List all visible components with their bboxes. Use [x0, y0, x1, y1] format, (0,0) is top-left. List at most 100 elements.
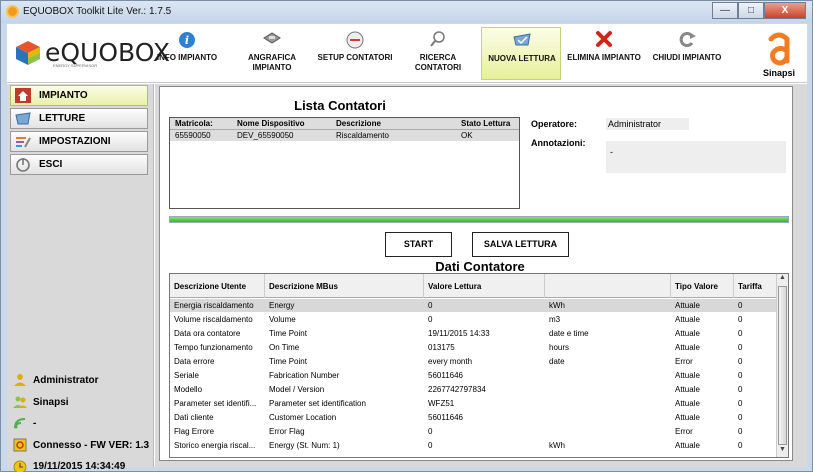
user-icon — [14, 374, 26, 386]
table-cell: Flag Errore — [174, 427, 215, 436]
table-cell: 0 — [738, 343, 743, 352]
status-datetime: 19/11/2015 14:34:49 — [10, 459, 152, 472]
table-row[interactable]: 65590050 DEV_65590050 Riscaldamento OK — [170, 130, 519, 141]
table-cell: Attuale — [675, 301, 700, 310]
reading-progress-bar — [169, 216, 789, 223]
table-cell: Dati cliente — [174, 413, 214, 422]
angrafica-impianto-button[interactable]: ANGRAFICA IMPIANTO — [232, 27, 312, 80]
table-row[interactable]: Tempo funzionamento On Time 013175 hours Att… — [170, 341, 777, 354]
elimina-impianto-button[interactable]: ELIMINA IMPIANTO — [564, 27, 644, 80]
sinapsi-logo: Sinapsi — [754, 28, 804, 80]
save-reading-button[interactable]: SALVA LETTURA — [472, 232, 569, 257]
table-row[interactable]: Data errore Time Point every month date Erro… — [170, 355, 777, 368]
sidebar-item-impostazioni[interactable]: IMPOSTAZIONI — [10, 131, 148, 152]
status-connection: Connesso - FW VER: 1.3 — [10, 437, 152, 455]
start-button[interactable]: START — [385, 232, 452, 257]
elimina-impianto-label: ELIMINA IMPIANTO — [567, 53, 641, 62]
table-cell: date e time — [549, 329, 589, 338]
table-cell: Tempo funzionamento — [174, 343, 253, 352]
table-cell: 0 — [738, 329, 743, 338]
sidebar: IMPIANTO LETTURE IMPOSTAZIONI ESCI Admin… — [7, 84, 154, 472]
chiudi-impianto-label: CHIUDI IMPIANTO — [652, 53, 722, 62]
table-row[interactable]: Volume riscaldamento Volume 0 m3 Attuale 0 — [170, 313, 777, 326]
app-window: EQUOBOX Toolkit Lite Ver.: 1.7.5 — □ X e… — [0, 0, 813, 472]
table-cell: Data errore — [174, 357, 215, 366]
sidebar-item-impianto[interactable]: IMPIANTO — [10, 85, 148, 106]
info-impianto-button[interactable]: i INFO IMPIANTO — [147, 27, 227, 80]
sidebar-item-label: IMPIANTO — [39, 90, 88, 101]
ricerca-contatori-button[interactable]: RICERCA CONTATORI — [398, 27, 478, 80]
equobox-logo: eQUOBOX ENERGY SUPERVISOR — [13, 34, 170, 74]
sidebar-item-esci[interactable]: ESCI — [10, 154, 148, 175]
nuova-lettura-label: NUOVA LETTURA — [488, 54, 556, 63]
meters-list-title: Lista Contatori — [294, 98, 386, 113]
setup-contatori-label: SETUP CONTATORI — [317, 53, 393, 62]
minimize-button[interactable]: — — [712, 2, 738, 19]
main-area: Lista Contatori Matricola: Nome Disposit… — [155, 84, 807, 467]
table-row[interactable]: Flag Errore Error Flag 0 Error 0 — [170, 425, 777, 438]
angrafica-impianto-label: ANGRAFICA IMPIANTO — [248, 53, 296, 72]
scroll-up-icon[interactable]: ▲ — [777, 274, 788, 285]
table-cell: Storico energia riscal... — [174, 441, 256, 450]
ricerca-contatori-label: RICERCA CONTATORI — [414, 53, 462, 72]
info-impianto-label: INFO IMPIANTO — [156, 53, 218, 62]
table-cell: Parameter set identification — [269, 399, 366, 408]
connection-icon — [13, 438, 27, 452]
table-cell: Fabrication Number — [269, 371, 340, 380]
notes-field[interactable]: - — [606, 141, 786, 173]
maximize-button[interactable]: □ — [738, 2, 764, 19]
table-cell: 19/11/2015 14:33 — [428, 329, 490, 338]
table-cell: kWh — [549, 301, 565, 310]
vertical-scrollbar[interactable]: ▲ ▼ — [776, 274, 788, 457]
sidebar-item-letture[interactable]: LETTURE — [10, 108, 148, 129]
scrollbar-thumb[interactable] — [778, 286, 787, 445]
table-cell: Data ora contatore — [174, 329, 241, 338]
chiudi-impianto-button[interactable]: CHIUDI IMPIANTO — [647, 27, 727, 80]
sidebar-item-label: ESCI — [39, 159, 63, 170]
meter-data-table[interactable]: Descrizione Utente Descrizione MBus Valo… — [169, 273, 789, 458]
table-cell: 56011646 — [428, 413, 463, 422]
table-row[interactable]: Storico energia riscal... Energy (St. Num… — [170, 439, 777, 452]
close-window-button[interactable]: X — [764, 2, 806, 19]
home-icon — [15, 88, 31, 103]
close-plant-icon — [679, 32, 696, 47]
table-cell: Time Point — [269, 329, 307, 338]
table-cell: 0 — [738, 399, 743, 408]
table-cell: Energy — [269, 301, 295, 310]
settings-icon — [16, 137, 31, 148]
table-cell: Attuale — [675, 371, 700, 380]
table-row[interactable]: Modello Model / Version 2267742797834 Attua… — [170, 383, 777, 396]
operator-field[interactable]: Administrator — [606, 118, 689, 130]
table-cell: WFZ51 — [428, 399, 455, 408]
table-cell: 0 — [738, 385, 743, 394]
table-cell: Error — [675, 357, 693, 366]
logo-cube-icon — [16, 41, 40, 65]
table-row[interactable]: Dati cliente Customer Location 56011646 Att… — [170, 411, 777, 424]
table-cell: Volume riscaldamento — [174, 315, 253, 324]
scroll-down-icon[interactable]: ▼ — [777, 446, 788, 457]
table-cell: Error — [675, 427, 693, 436]
readings-icon — [15, 112, 31, 125]
table-cell: 0 — [738, 413, 743, 422]
table-cell: Attuale — [675, 399, 700, 408]
toolbar: eQUOBOX ENERGY SUPERVISOR i INFO IMPIANT… — [7, 24, 807, 83]
logo-subtitle: ENERGY SUPERVISOR — [53, 63, 98, 68]
nuova-lettura-button[interactable]: NUOVA LETTURA — [481, 27, 561, 80]
table-cell: Attuale — [675, 315, 700, 324]
meters-table[interactable]: Matricola: Nome Dispositivo Descrizione … — [169, 117, 520, 209]
table-cell: 0 — [428, 441, 433, 450]
table-row[interactable]: Energia riscaldamento Energy 0 kWh Attuale 0 — [170, 299, 777, 312]
table-row[interactable]: Seriale Fabrication Number 56011646 Attuale… — [170, 369, 777, 382]
notes-label: Annotazioni: — [531, 138, 586, 148]
table-cell: Energia riscaldamento — [174, 301, 254, 310]
table-cell: On Time — [269, 343, 300, 352]
table-cell: 0 — [738, 441, 743, 450]
title-bar: EQUOBOX Toolkit Lite Ver.: 1.7.5 — □ X — [1, 1, 812, 23]
table-row[interactable]: Parameter set identifi... Parameter set i… — [170, 397, 777, 410]
sinapsi-logo-icon — [768, 32, 790, 66]
table-cell: kWh — [549, 441, 565, 450]
search-icon — [430, 31, 445, 47]
table-cell: 0 — [738, 315, 743, 324]
setup-contatori-button[interactable]: SETUP CONTATORI — [315, 27, 395, 80]
table-row[interactable]: Data ora contatore Time Point 19/11/2015 1… — [170, 327, 777, 340]
